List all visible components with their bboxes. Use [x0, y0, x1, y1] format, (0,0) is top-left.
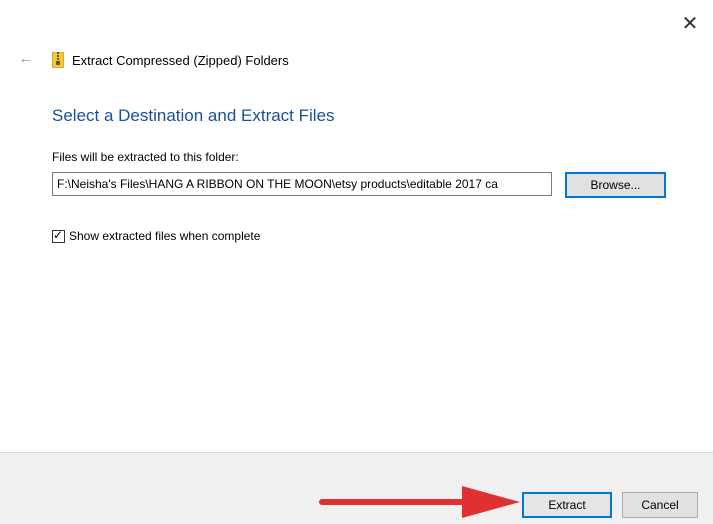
- window-title-bar: Extract Compressed (Zipped) Folders: [51, 51, 289, 69]
- back-arrow-icon: ←: [18, 50, 34, 67]
- close-icon: ✕: [681, 13, 699, 35]
- back-button[interactable]: ←: [15, 48, 37, 70]
- extract-button[interactable]: Extract: [522, 492, 612, 518]
- checkmark-icon: ✓: [53, 227, 64, 242]
- cancel-button[interactable]: Cancel: [622, 492, 698, 518]
- annotation-arrow-icon: [319, 486, 520, 518]
- page-heading: Select a Destination and Extract Files: [52, 106, 335, 125]
- show-files-checkbox[interactable]: ✓: [52, 227, 65, 243]
- destination-label: Files will be extracted to this folder:: [52, 150, 239, 164]
- show-files-label: Show extracted files when complete: [69, 229, 261, 243]
- window-title: Extract Compressed (Zipped) Folders: [72, 52, 289, 68]
- destination-path-input[interactable]: F:\Neisha's Files\HANG A RIBBON ON THE M…: [52, 172, 552, 196]
- zip-folder-icon: [51, 51, 65, 69]
- show-files-option[interactable]: ✓ Show extracted files when complete: [52, 227, 261, 243]
- browse-button[interactable]: Browse...: [565, 172, 666, 198]
- close-button[interactable]: ✕: [677, 12, 703, 36]
